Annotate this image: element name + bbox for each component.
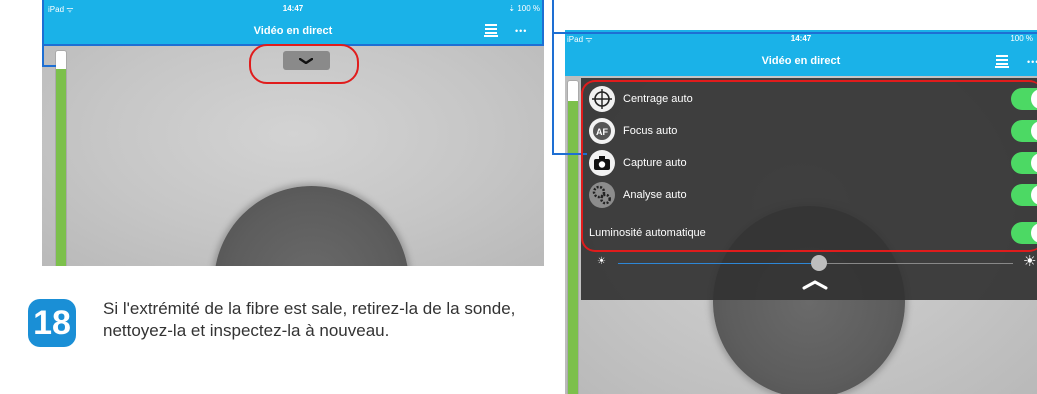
nav-bar: Vidéo en direct ••• xyxy=(565,46,1037,76)
callout-line xyxy=(552,32,1037,34)
more-icon[interactable]: ••• xyxy=(515,26,527,36)
nav-title: Vidéo en direct xyxy=(253,25,333,37)
status-time: 14:47 xyxy=(790,34,812,43)
slider-track-empty xyxy=(819,263,1013,264)
brightness-slider-thumb[interactable] xyxy=(811,255,828,271)
left-screenshot: iPad ᯤ 14:47 ⇣ 100 % Vidéo en direct ••• xyxy=(42,0,544,266)
step-text: Si l'extrémité de la fibre est sale, ret… xyxy=(103,299,516,340)
progress-bar xyxy=(567,80,579,394)
step-instruction: Si l'extrémité de la fibre est sale, ret… xyxy=(103,298,533,342)
callout-line xyxy=(552,0,554,155)
progress-fill xyxy=(568,100,578,394)
printer-icon[interactable] xyxy=(484,24,498,37)
sun-small-icon: ☀ xyxy=(597,256,606,267)
fiber-core xyxy=(214,186,409,266)
settings-highlight xyxy=(581,80,1037,252)
step-number-badge: 18 xyxy=(28,299,76,347)
progress-fill xyxy=(56,69,66,266)
callout-line xyxy=(42,0,44,67)
status-time: 14:47 xyxy=(282,4,304,13)
printer-icon[interactable] xyxy=(995,55,1009,68)
chevron-up-icon[interactable] xyxy=(802,280,828,290)
sun-large-icon: ☀ xyxy=(1023,253,1037,270)
status-bar: iPad ᯤ 14:47 ⇣ 100 % xyxy=(42,0,544,16)
callout-line xyxy=(42,65,56,67)
more-icon[interactable]: ••• xyxy=(1027,57,1037,67)
slider-track-filled xyxy=(618,263,820,264)
handle-highlight xyxy=(249,44,359,84)
callout-line xyxy=(542,0,544,45)
status-battery: 100 % xyxy=(1010,34,1033,43)
progress-bar xyxy=(55,50,67,266)
status-battery: ⇣ 100 % xyxy=(508,4,540,13)
nav-title: Vidéo en direct xyxy=(761,55,841,67)
nav-bar: Vidéo en direct ••• xyxy=(42,16,544,46)
